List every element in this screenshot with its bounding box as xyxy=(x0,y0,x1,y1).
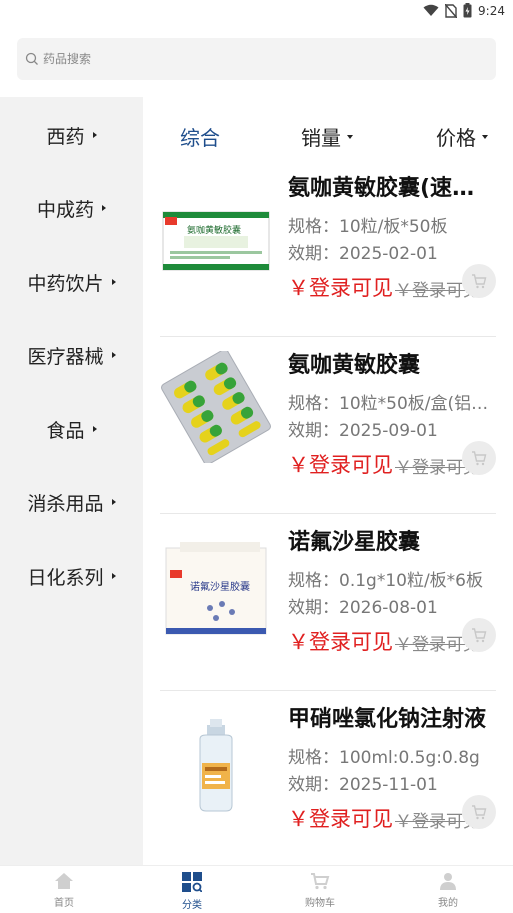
product-name: 诺氟沙星胶囊 xyxy=(288,530,421,555)
sidebar-item-label: 食品 xyxy=(46,419,85,442)
bottom-tab-bar: 首页 分类 购物车 我的 xyxy=(0,865,513,913)
product-image xyxy=(161,351,271,463)
sidebar-item-chinese-patent-medicine[interactable]: 中成药 xyxy=(0,188,143,228)
product-expiry: 效期：2026-08-01 xyxy=(288,598,438,618)
search-input[interactable] xyxy=(43,52,443,66)
sort-tab-label: 综合 xyxy=(180,126,220,150)
add-to-cart-button[interactable] xyxy=(462,795,496,829)
caret-down-icon xyxy=(482,134,488,139)
home-icon xyxy=(55,873,73,889)
product-price: ￥登录可见 xyxy=(288,453,393,477)
add-to-cart-button[interactable] xyxy=(462,441,496,475)
sidebar-item-food[interactable]: 食品 xyxy=(0,409,143,449)
tab-label: 购物车 xyxy=(305,898,335,909)
product-spec: 规格：100ml:0.5g:0.8g xyxy=(288,748,480,768)
product-expiry: 效期：2025-02-01 xyxy=(288,244,438,264)
sidebar-item-western-medicine[interactable]: 西药 xyxy=(0,115,143,155)
add-to-cart-button[interactable] xyxy=(462,618,496,652)
caret-right-icon xyxy=(111,279,116,285)
category-icon xyxy=(182,872,202,892)
product-item[interactable]: 氨咖黄敏胶囊 氨咖黄敏胶囊(速效伤风胶囊) 规格：10粒/板*50板 效期：20… xyxy=(160,160,496,337)
sort-tab-label: 销量 xyxy=(301,126,341,150)
caret-right-icon xyxy=(92,426,97,432)
tab-mine[interactable]: 我的 xyxy=(418,872,478,909)
product-item[interactable]: 诺氟沙星胶囊 诺氟沙星胶囊 规格：0.1g*10粒/板*6板 效期：2026-0… xyxy=(160,514,496,691)
caret-right-icon xyxy=(92,132,97,138)
user-icon xyxy=(440,873,456,890)
product-name: 氨咖黄敏胶囊(速效伤风胶囊) xyxy=(288,176,493,201)
caret-right-icon xyxy=(102,205,106,211)
product-item[interactable]: 甲硝唑氯化钠注射液 规格：100ml:0.5g:0.8g 效期：2025-11-… xyxy=(160,691,496,868)
sidebar-item-label: 中成药 xyxy=(36,198,94,221)
sort-tab-label: 价格 xyxy=(436,126,476,150)
product-spec: 规格：10粒/板*50板 xyxy=(288,217,448,237)
sidebar-item-label: 医疗器械 xyxy=(27,345,104,368)
sort-bar: 综合 销量 价格 xyxy=(143,112,513,160)
sort-tab-sales[interactable]: 销量 xyxy=(301,122,353,151)
box-label: 氨咖黄敏胶囊 xyxy=(187,224,241,236)
product-item[interactable]: 氨咖黄敏胶囊 规格：10粒*50板/盒(铝塑) 效期：2025-09-01 ￥登… xyxy=(160,337,496,514)
product-image: 诺氟沙星胶囊 xyxy=(165,542,267,635)
tab-label: 我的 xyxy=(438,898,458,909)
sort-tab-price[interactable]: 价格 xyxy=(436,122,488,151)
sidebar-item-label: 西药 xyxy=(46,125,85,148)
search-bar[interactable] xyxy=(17,38,496,80)
product-name: 氨咖黄敏胶囊 xyxy=(288,353,421,378)
cart-icon xyxy=(311,873,330,890)
cart-icon xyxy=(472,274,487,289)
status-bar: 9:24 xyxy=(0,0,513,24)
caret-right-icon xyxy=(111,352,116,358)
category-sidebar: 西药 中成药 中药饮片 医疗器械 食品 消杀用品 日化系列 xyxy=(0,97,143,865)
product-expiry: 效期：2025-09-01 xyxy=(288,421,438,441)
status-time: 9:24 xyxy=(478,3,505,18)
tab-category[interactable]: 分类 xyxy=(162,872,222,911)
sidebar-item-medical-devices[interactable]: 医疗器械 xyxy=(0,335,143,375)
product-price: ￥登录可见 xyxy=(288,807,393,831)
cart-icon xyxy=(472,451,487,466)
product-price: ￥登录可见 xyxy=(288,276,393,300)
search-icon xyxy=(25,52,38,65)
add-to-cart-button[interactable] xyxy=(462,264,496,298)
cart-icon xyxy=(472,805,487,820)
product-spec: 规格：0.1g*10粒/板*6板 xyxy=(288,571,484,591)
product-spec: 规格：10粒*50板/盒(铝塑) xyxy=(288,394,493,414)
battery-icon xyxy=(463,3,472,18)
product-image xyxy=(199,719,233,812)
status-icons: 9:24 xyxy=(423,3,505,18)
product-price: ￥登录可见 xyxy=(288,630,393,654)
product-image: 氨咖黄敏胶囊 xyxy=(162,211,270,271)
sidebar-item-label: 消杀用品 xyxy=(27,492,104,515)
sort-tab-overall[interactable]: 综合 xyxy=(180,122,220,151)
caret-right-icon xyxy=(111,499,116,505)
wifi-icon xyxy=(423,4,439,16)
caret-right-icon xyxy=(111,573,116,579)
sidebar-item-label: 中药饮片 xyxy=(27,272,104,295)
no-sim-icon xyxy=(445,3,458,18)
tab-label: 分类 xyxy=(182,900,202,911)
sidebar-item-disinfection[interactable]: 消杀用品 xyxy=(0,482,143,522)
cart-icon xyxy=(472,628,487,643)
caret-down-icon xyxy=(347,134,353,139)
product-expiry: 效期：2025-11-01 xyxy=(288,775,438,795)
tab-cart[interactable]: 购物车 xyxy=(290,872,350,909)
tab-home[interactable]: 首页 xyxy=(34,872,94,909)
sidebar-item-daily-chemicals[interactable]: 日化系列 xyxy=(0,556,143,596)
product-name: 甲硝唑氯化钠注射液 xyxy=(288,707,487,732)
tab-label: 首页 xyxy=(54,898,74,909)
sidebar-item-label: 日化系列 xyxy=(27,566,104,589)
box-label: 诺氟沙星胶囊 xyxy=(190,580,250,593)
sidebar-item-herbal-pieces[interactable]: 中药饮片 xyxy=(0,262,143,302)
